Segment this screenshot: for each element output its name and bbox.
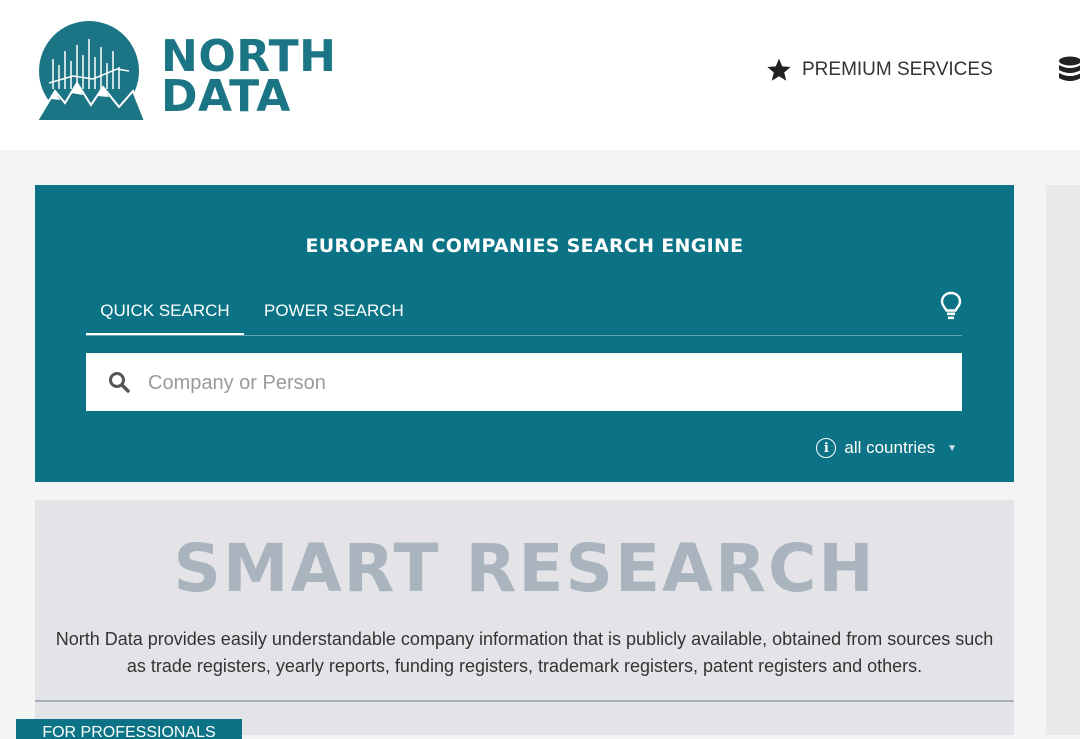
- search-box: [86, 353, 962, 413]
- logo-emblem-icon: [35, 21, 147, 121]
- search-panel-title: EUROPEAN COMPANIES SEARCH ENGINE: [305, 235, 744, 257]
- star-icon: [767, 58, 791, 81]
- brand-wordmark: NORTH DATA: [161, 35, 336, 122]
- tab-quick-search[interactable]: QUICK SEARCH: [86, 301, 244, 335]
- section-divider: [35, 700, 1014, 702]
- lightbulb-icon[interactable]: [940, 291, 962, 321]
- database-icon: [1059, 56, 1080, 81]
- north-data-logo[interactable]: NORTH DATA: [33, 21, 336, 122]
- premium-services-label: PREMIUM SERVICES: [802, 59, 993, 80]
- right-column-panel: [1046, 185, 1080, 735]
- premium-services-link[interactable]: PREMIUM SERVICES: [766, 57, 993, 83]
- smart-research-section: SMART RESEARCH North Data provides easil…: [35, 500, 1014, 735]
- brand-line-2: DATA: [161, 71, 291, 122]
- search-input[interactable]: [146, 353, 950, 413]
- search-panel: EUROPEAN COMPANIES SEARCH ENGINE QUICK S…: [35, 185, 1014, 482]
- tab-power-search[interactable]: POWER SEARCH: [264, 301, 404, 335]
- site-header: NORTH DATA PREMIUM SERVICES: [0, 0, 1080, 150]
- smart-research-title: SMART RESEARCH: [173, 530, 876, 607]
- info-icon[interactable]: i: [816, 438, 837, 458]
- database-link[interactable]: [1058, 56, 1080, 84]
- smart-research-description: North Data provides easily understandabl…: [55, 629, 994, 676]
- country-selector[interactable]: i all countries ▼: [816, 436, 957, 460]
- search-tabs: QUICK SEARCH POWER SEARCH: [86, 291, 962, 336]
- country-selector-label: all countries: [844, 438, 936, 457]
- for-professionals-tab[interactable]: FOR PROFESSIONALS: [16, 719, 242, 739]
- chevron-down-icon: ▼: [947, 442, 957, 454]
- search-icon: [109, 372, 130, 393]
